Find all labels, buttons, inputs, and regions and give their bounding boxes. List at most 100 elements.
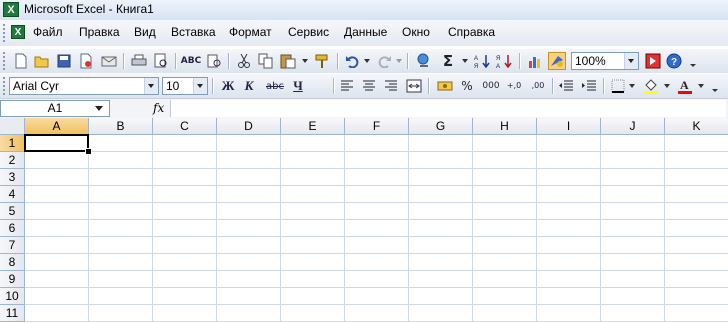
copy-icon[interactable] — [257, 52, 275, 70]
print-preview-icon[interactable] — [152, 52, 170, 70]
bold-button[interactable]: Ж — [219, 77, 237, 95]
merge-center-icon[interactable] — [405, 77, 423, 95]
row-header-3[interactable]: 3 — [0, 169, 25, 186]
menu-insert[interactable]: Вставка — [171, 25, 216, 39]
undo-dropdown-icon[interactable] — [364, 59, 370, 63]
row-header-8[interactable]: 8 — [0, 254, 25, 271]
fill-handle[interactable] — [85, 148, 92, 155]
menubar-grip[interactable] — [3, 24, 8, 42]
menu-file[interactable]: Файл — [33, 25, 63, 39]
font-color-dropdown-icon[interactable] — [698, 84, 704, 88]
increase-indent-icon[interactable] — [580, 77, 598, 95]
column-header-d[interactable]: D — [217, 118, 281, 135]
active-cell[interactable] — [24, 134, 89, 152]
column-header-h[interactable]: H — [473, 118, 537, 135]
row-header-6[interactable]: 6 — [0, 220, 25, 237]
spelling-icon[interactable]: ABC — [181, 52, 201, 70]
menu-view[interactable]: Вид — [134, 25, 156, 39]
strikethrough-button[interactable]: abc — [263, 77, 287, 95]
help-icon[interactable]: ? — [665, 52, 683, 70]
paste-icon[interactable] — [279, 52, 297, 70]
align-center-icon[interactable] — [360, 77, 378, 95]
sort-descending-icon[interactable]: ЯA — [495, 52, 513, 70]
column-header-f[interactable]: F — [345, 118, 409, 135]
column-header-b[interactable]: B — [89, 118, 153, 135]
toolbar-grip[interactable] — [3, 77, 8, 95]
menu-tools[interactable]: Сервис — [288, 25, 329, 39]
underline-button[interactable]: Ч — [289, 77, 307, 95]
row-header-4[interactable]: 4 — [0, 186, 25, 203]
row-header-10[interactable]: 10 — [0, 288, 25, 305]
autosum-icon[interactable]: Σ — [439, 52, 457, 70]
excel-app-icon[interactable]: X — [3, 2, 19, 17]
fill-color-dropdown-icon[interactable] — [664, 84, 670, 88]
column-header-i[interactable]: I — [537, 118, 601, 135]
name-box[interactable]: A1 — [0, 100, 110, 117]
chevron-down-icon[interactable] — [95, 106, 103, 111]
column-header-e[interactable]: E — [281, 118, 345, 135]
open-icon[interactable] — [33, 52, 51, 70]
zoom-select[interactable]: 100% — [571, 52, 639, 70]
font-name-select[interactable]: Arial Cyr — [9, 77, 159, 95]
chevron-down-icon[interactable] — [624, 53, 638, 69]
italic-button[interactable]: К — [240, 77, 258, 95]
select-all-button[interactable] — [0, 118, 25, 135]
chevron-down-icon[interactable] — [144, 78, 158, 94]
undo-icon[interactable] — [344, 52, 362, 70]
formula-input[interactable] — [170, 100, 726, 117]
increase-decimal-button[interactable]: +,0 — [503, 77, 525, 95]
redo-icon[interactable] — [375, 52, 393, 70]
paste-dropdown-icon[interactable] — [302, 59, 308, 63]
menu-format[interactable]: Формат — [229, 25, 272, 39]
percent-button[interactable]: % — [458, 77, 476, 95]
borders-icon[interactable] — [609, 77, 627, 95]
menu-help[interactable]: Справка — [448, 25, 495, 39]
hyperlink-icon[interactable] — [415, 52, 433, 70]
toolbar-options-icon[interactable] — [688, 52, 698, 70]
thousands-separator-button[interactable]: 000 — [480, 77, 502, 95]
menu-edit[interactable]: Правка — [79, 25, 120, 39]
menu-window[interactable]: Окно — [402, 25, 430, 39]
decrease-indent-icon[interactable] — [557, 77, 575, 95]
menu-data[interactable]: Данные — [344, 25, 387, 39]
toolbar-options-icon[interactable] — [710, 77, 720, 95]
row-header-2[interactable]: 2 — [0, 152, 25, 169]
row-header-5[interactable]: 5 — [0, 203, 25, 220]
align-right-icon[interactable] — [382, 77, 400, 95]
decrease-decimal-button[interactable]: ,00 — [527, 77, 549, 95]
research-icon[interactable] — [205, 52, 223, 70]
print-icon[interactable] — [130, 52, 148, 70]
cut-icon[interactable] — [235, 52, 253, 70]
font-color-icon[interactable]: A — [676, 77, 694, 95]
fill-color-icon[interactable] — [642, 77, 660, 95]
research-pane-icon[interactable] — [644, 52, 662, 70]
column-header-c[interactable]: C — [153, 118, 217, 135]
new-icon[interactable] — [12, 52, 30, 70]
autosum-dropdown-icon[interactable] — [462, 59, 468, 63]
align-left-icon[interactable] — [338, 77, 356, 95]
save-icon[interactable] — [55, 52, 73, 70]
drawing-icon[interactable] — [548, 52, 566, 70]
font-size-select[interactable]: 10 — [162, 77, 208, 95]
format-painter-icon[interactable] — [313, 52, 331, 70]
svg-text:A: A — [680, 78, 689, 92]
column-header-k[interactable]: K — [665, 118, 728, 135]
redo-dropdown-icon[interactable] — [396, 59, 402, 63]
email-icon[interactable] — [100, 52, 118, 70]
column-header-j[interactable]: J — [601, 118, 665, 135]
insert-function-icon[interactable]: fx — [153, 101, 164, 115]
row-header-11[interactable]: 11 — [0, 305, 25, 322]
sort-ascending-icon[interactable]: AЯ — [473, 52, 491, 70]
column-header-g[interactable]: G — [409, 118, 473, 135]
permission-icon[interactable] — [77, 52, 95, 70]
currency-icon[interactable] — [436, 77, 454, 95]
toolbar-grip[interactable] — [3, 52, 8, 70]
row-header-9[interactable]: 9 — [0, 271, 25, 288]
workbook-icon[interactable]: X — [11, 25, 25, 39]
row-header-1[interactable]: 1 — [0, 135, 25, 152]
chevron-down-icon[interactable] — [193, 78, 207, 94]
chart-wizard-icon[interactable] — [526, 52, 544, 70]
row-header-7[interactable]: 7 — [0, 237, 25, 254]
borders-dropdown-icon[interactable] — [629, 84, 635, 88]
column-header-a[interactable]: A — [25, 118, 89, 135]
